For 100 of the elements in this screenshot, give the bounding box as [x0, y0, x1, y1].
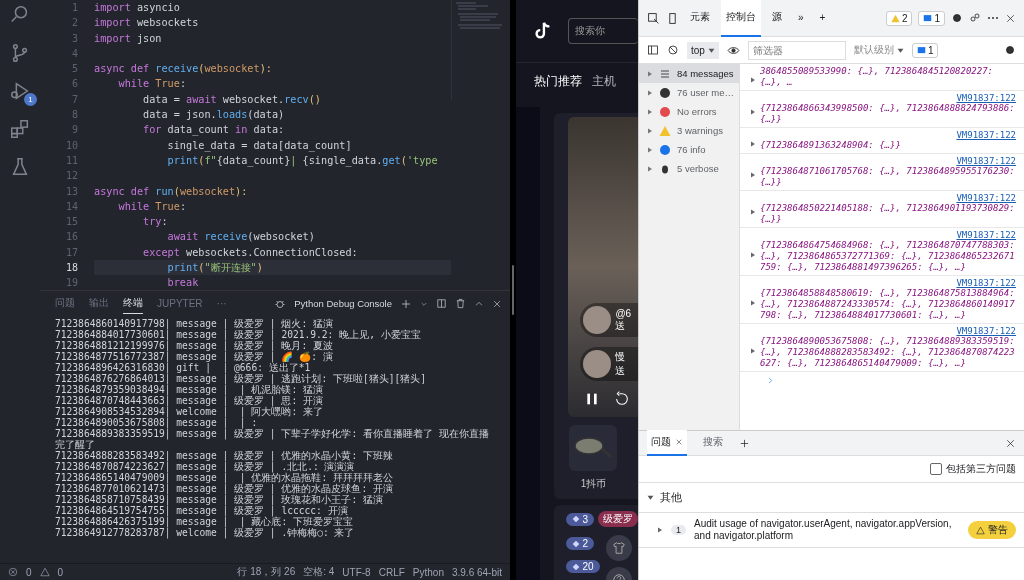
sidebar-item[interactable]: 76 user me… — [639, 83, 739, 102]
info-icon — [659, 143, 671, 156]
drawer-tab[interactable]: 问题 — [647, 430, 687, 456]
third-party-checkbox[interactable]: 包括第三方问题 — [639, 456, 1024, 483]
fan-level-badge: 3 — [566, 512, 594, 526]
inspect-icon — [647, 11, 660, 25]
code-line: for data_count in data: — [142, 123, 286, 138]
drawer-tab[interactable]: 搜索 — [699, 430, 727, 456]
terminal-line: 7123864865140479009| message | | 优雅的水晶拖鞋: 拜拜拜拜老公 — [55, 472, 394, 483]
log-entry: {7123864850221405188: {…}, 7123864901193730829: {…}} — [760, 203, 1016, 225]
source-link[interactable]: VM91837:122 — [956, 93, 1016, 103]
fan-level-badge: 2 — [566, 537, 594, 550]
sidebar-item[interactable]: 76 info — [639, 140, 739, 159]
status-item[interactable]: UTF-8 — [342, 566, 371, 578]
sidebar-item[interactable]: No errors — [639, 102, 739, 121]
log-level-dropdown[interactable]: 默认级别 — [853, 43, 904, 57]
log-entry: {7123864858848580619: {…}, 7123864875813884964: {…}, 7123864887243330574: {…}, 7123864860140917798: {…}, 7123864884017730601: {…}, …} — [760, 288, 1016, 321]
source-link[interactable]: VM91837:122 — [956, 193, 1016, 203]
line-number: 9 — [70, 123, 79, 138]
devtools-tab[interactable]: + — [814, 0, 831, 36]
devtools-tab[interactable]: 源 — [767, 0, 787, 37]
error-count: 0 — [26, 566, 32, 578]
expand-arrow-icon — [647, 146, 653, 153]
expand-arrow-icon — [750, 347, 756, 354]
status-item[interactable]: 空格: 4 — [303, 565, 335, 579]
line-number: 4 — [70, 46, 79, 61]
log-entry: {7123864891363248904: {…}} — [760, 140, 902, 151]
expand-arrow-icon — [750, 299, 756, 306]
log-entry: {7123864866343998500: {…}, 7123864888824793886: {…}} — [760, 103, 1016, 125]
terminal-name[interactable]: Python Debug Console — [294, 298, 392, 309]
line-number: 12 — [64, 169, 79, 184]
category-tab[interactable]: 热门推荐 — [534, 73, 582, 107]
log-entry: {7123864864754684968: {…}, 7123864870747788303: {…}, 7123864865372771369: {…}, 7123864865232671759: {…}, 7123864881497396265: {…}, …} — [760, 240, 1016, 273]
source-link[interactable]: VM91837:122 — [956, 230, 1016, 240]
source-link[interactable]: VM91837:122 — [956, 156, 1016, 166]
category-tab[interactable]: 主机 — [592, 73, 616, 107]
terminal-line: 7123864888283583492| message | 级爱罗 | 优雅的水晶小黄: 下班辣 — [55, 450, 394, 461]
line-number: 5 — [70, 62, 79, 77]
line-number: 18 — [64, 261, 79, 276]
code-line: print(f"{data_count}| {single_data.get('type — [166, 153, 439, 169]
devtools-tab[interactable]: » — [793, 0, 809, 36]
status-item[interactable]: 行 18，列 26 — [237, 565, 296, 579]
extensions-icon — [9, 118, 31, 140]
prompt-chevron-icon — [766, 376, 775, 385]
context-dropdown[interactable]: top — [687, 41, 719, 59]
comment-text: 送 — [615, 319, 627, 333]
clear-icon — [667, 44, 679, 56]
filter-field[interactable]: 筛选器 — [747, 40, 846, 60]
shirt-button[interactable] — [606, 535, 632, 561]
terminal-line: 7123864889383359519| message | 级爱罗 | 下辈子学好化学: 看你直播睡着了 现在你直播完了醒了 — [55, 428, 490, 450]
source-link[interactable]: VM91837:122 — [956, 278, 1016, 288]
line-number: 3 — [70, 31, 79, 46]
expand-arrow-icon — [647, 89, 653, 96]
gift-button[interactable] — [569, 425, 618, 471]
diamond-icon — [572, 562, 581, 571]
source-link[interactable]: VM91837:122 — [956, 326, 1016, 336]
sidebar-toggle-icon — [647, 44, 659, 56]
terminal-line: 7123864879359038494| message | | 机泥胎镁: 猛演 — [55, 384, 324, 395]
line-number: 19 — [64, 276, 79, 290]
warning-count: 0 — [57, 566, 64, 578]
terminal-line: 7123864877516772387| message | 级爱罗 | 🌈 🍊: 演 — [55, 351, 334, 362]
plus-icon — [400, 297, 412, 310]
split-icon — [436, 298, 447, 309]
message-icon — [923, 13, 933, 23]
line-number: 7 — [70, 92, 79, 107]
line-number: 15 — [64, 215, 79, 230]
warning-icon — [659, 124, 671, 137]
status-item[interactable]: Python — [412, 566, 444, 578]
expand-arrow-icon — [750, 109, 756, 115]
sidebar-item[interactable]: 3 warnings — [639, 121, 739, 140]
issue-count: 1 — [671, 525, 686, 535]
code-line: except websockets.ConnectionClosed: — [142, 245, 359, 260]
message-count[interactable]: 1 — [918, 10, 945, 26]
status-item[interactable]: CRLF — [378, 566, 405, 578]
message-icon — [916, 45, 926, 55]
issue-group[interactable]: 其他 — [639, 483, 1024, 513]
devtools-tab[interactable]: 控制台 — [721, 0, 761, 37]
plus-icon — [739, 437, 750, 449]
shirt-icon — [612, 541, 626, 555]
expand-arrow-icon — [647, 70, 653, 77]
terminal-line: 7123864886426375199| message | | 藏心底: 下班爱罗宝宝 — [55, 516, 354, 527]
line-number: 13 — [64, 184, 79, 199]
code-line: single_data = data[data_count] — [166, 138, 353, 153]
issues-count[interactable]: 1 — [911, 42, 939, 58]
sidebar-item[interactable]: 5 verbose — [639, 159, 739, 178]
code-line: await receive(websocket) — [166, 230, 316, 245]
terminal-line: 7123864890053675808| message | | : — [55, 417, 258, 428]
status-item[interactable]: 3.9.6 64-bit — [451, 566, 502, 578]
code-line: import json — [94, 31, 163, 46]
fan-level-badge: 20 — [566, 560, 600, 573]
devtools-tab[interactable]: 元素 — [685, 0, 715, 37]
line-number: 11 — [64, 153, 79, 168]
sidebar-item[interactable]: 84 messages — [639, 64, 739, 83]
warning-icon — [890, 13, 900, 23]
panel-tab[interactable]: 终端 — [123, 293, 143, 314]
warning-count[interactable]: 2 — [885, 10, 913, 26]
group-label: 其他 — [660, 490, 682, 505]
resize-handle[interactable] — [512, 265, 514, 315]
comment-name: 慢 — [615, 350, 626, 364]
source-link[interactable]: VM91837:122 — [956, 130, 1016, 140]
